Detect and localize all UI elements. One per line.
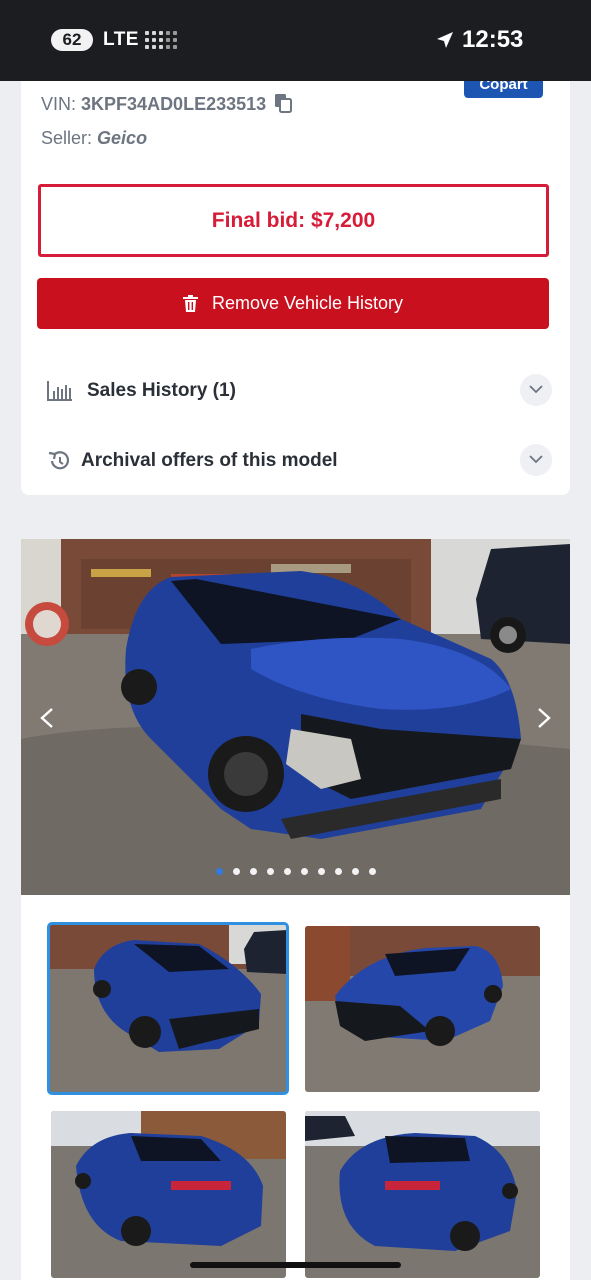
pager-dot[interactable]	[368, 868, 376, 876]
thumbnail-image	[51, 1111, 286, 1278]
archival-offers-accordion[interactable]: Archival offers of this model	[47, 441, 552, 481]
pager-dot[interactable]	[266, 868, 274, 876]
seller-value: Geico	[97, 128, 148, 148]
main-vehicle-photo[interactable]	[21, 539, 570, 895]
bar-chart-icon	[47, 381, 72, 401]
cellular-dots-icon	[145, 31, 177, 49]
status-bar: 62 LTE 12:53	[0, 0, 591, 81]
chevron-down-icon[interactable]	[520, 374, 552, 406]
thumbnail-2[interactable]	[305, 926, 540, 1092]
next-image-arrow-icon[interactable]	[536, 707, 552, 729]
home-indicator[interactable]	[190, 1262, 401, 1268]
pager-dot[interactable]	[300, 868, 308, 876]
history-icon	[48, 451, 70, 470]
trash-icon	[182, 295, 198, 312]
signal-strength-badge: 62	[51, 29, 93, 51]
pager-dot[interactable]	[317, 868, 325, 876]
vin-label: VIN:	[41, 94, 77, 114]
pager-dot[interactable]	[334, 868, 342, 876]
vin-value: 3KPF34AD0LE233513	[81, 94, 267, 114]
pager-dot[interactable]	[283, 868, 291, 876]
remove-vehicle-history-button[interactable]: Remove Vehicle History	[37, 278, 549, 329]
thumbnail-image	[49, 924, 287, 1093]
seller-row: Seller: Geico	[41, 128, 147, 149]
final-bid-box: Final bid: $7,200	[38, 184, 549, 257]
location-arrow-icon	[437, 32, 453, 48]
chevron-down-icon[interactable]	[520, 444, 552, 476]
sales-history-accordion[interactable]: Sales History (1)	[47, 371, 552, 411]
thumbnail-4[interactable]	[305, 1111, 540, 1278]
thumbnail-1[interactable]	[47, 922, 289, 1095]
previous-image-arrow-icon[interactable]	[39, 707, 55, 729]
thumbnail-image	[305, 926, 540, 1092]
pager-dot[interactable]	[249, 868, 257, 876]
sales-history-label: Sales History (1)	[87, 380, 236, 401]
remove-vehicle-history-label: Remove Vehicle History	[211, 293, 404, 313]
vehicle-details-card: Copart VIN: 3KPF34AD0LE233513 Seller: Ge…	[21, 81, 570, 495]
pager-dot[interactable]	[351, 868, 359, 876]
thumbnail-image	[305, 1111, 540, 1278]
vin-row: VIN: 3KPF34AD0LE233513	[41, 93, 293, 115]
seller-label: Seller:	[41, 128, 93, 148]
image-pager-dots	[21, 863, 570, 876]
auction-site-badge[interactable]: Copart	[464, 81, 543, 98]
clock: 12:53	[462, 26, 524, 53]
pager-dot[interactable]	[232, 868, 240, 876]
pager-dot[interactable]	[215, 868, 223, 876]
car-photo-illustration	[21, 539, 570, 895]
thumbnail-3[interactable]	[51, 1111, 286, 1278]
archival-offers-label: Archival offers of this model	[81, 450, 338, 471]
copy-icon[interactable]	[274, 93, 293, 113]
network-type: LTE	[103, 29, 139, 50]
